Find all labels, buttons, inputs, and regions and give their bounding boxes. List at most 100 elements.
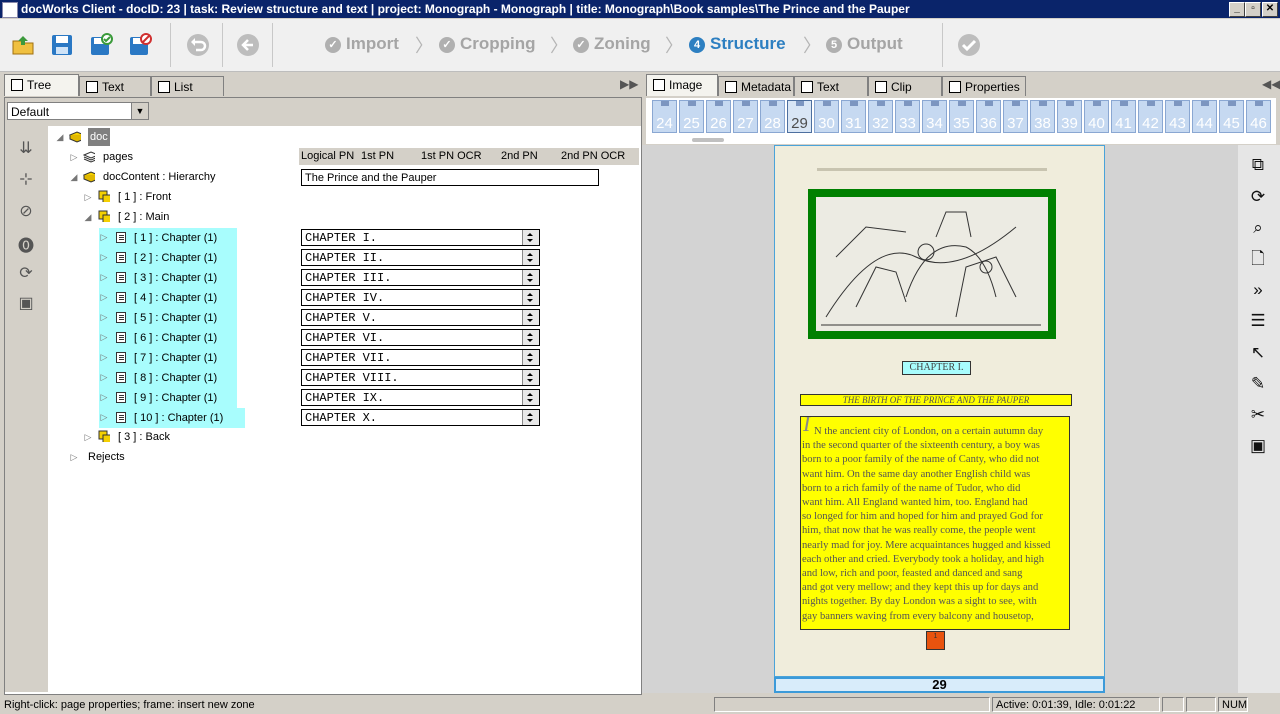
minimize-button[interactable]: _ (1229, 2, 1245, 17)
tree-node-chapter[interactable]: ▷ [ 8 ] : Chapter (1) (99, 368, 237, 388)
open-folder-icon[interactable] (11, 33, 35, 57)
chapter-title-field[interactable]: CHAPTER VII. (301, 349, 540, 366)
page-thumbnail[interactable]: 34 (922, 100, 947, 133)
column-header-2nd-pn[interactable]: 2nd PN (499, 148, 559, 165)
page-thumbnail[interactable]: 31 (841, 100, 866, 133)
tree-node-chapter[interactable]: ▷ [ 1 ] : Chapter (1) (99, 228, 237, 248)
spinner-icon[interactable] (522, 270, 539, 285)
collapse-arrow-icon[interactable]: ◢ (83, 208, 93, 226)
page-thumbnail[interactable]: 28 (760, 100, 785, 133)
maximize-button[interactable]: ▫ (1245, 2, 1261, 17)
refresh-icon[interactable]: ⟳ (15, 263, 37, 282)
tree-node-chapter[interactable]: ▷ [ 5 ] : Chapter (1) (99, 308, 237, 328)
expand-arrow-icon[interactable]: ▷ (99, 368, 109, 386)
layout-icon[interactable]: ▣ (15, 293, 37, 312)
expand-arrow-icon[interactable]: ▷ (83, 428, 93, 446)
expand-arrow-icon[interactable]: ▷ (99, 388, 109, 406)
column-header-2nd-pn-ocr[interactable]: 2nd PN OCR (559, 148, 639, 165)
tab-clip[interactable]: Clip (868, 76, 942, 96)
tab-right-text[interactable]: Text (794, 76, 868, 96)
expand-arrow-icon[interactable]: ▷ (99, 328, 109, 346)
chapter-title-field[interactable]: CHAPTER IX. (301, 389, 540, 406)
tree-node-chapter[interactable]: ▷ [ 3 ] : Chapter (1) (99, 268, 237, 288)
save-check-icon[interactable] (89, 33, 113, 57)
warning-icon[interactable]: ⓿ (15, 232, 37, 255)
align-icon[interactable]: ☰ (1246, 309, 1270, 333)
tree-node-main[interactable]: [ 2 ] : Main (118, 208, 169, 226)
spinner-icon[interactable] (522, 330, 539, 345)
tree-node-chapter[interactable]: ▷ [ 2 ] : Chapter (1) (99, 248, 237, 268)
spinner-icon[interactable] (522, 350, 539, 365)
page-thumbnail[interactable]: 46 (1246, 100, 1271, 133)
page-thumbnail[interactable]: 26 (706, 100, 731, 133)
step-cropping[interactable]: ✓ Cropping (439, 34, 536, 54)
collapse-arrow-icon[interactable]: ◢ (55, 128, 65, 146)
pointer-icon[interactable]: ↖ (1246, 341, 1270, 365)
expand-arrow-icon[interactable]: ▷ (99, 288, 109, 306)
back-arrow-icon[interactable] (236, 33, 260, 57)
column-header-logical-pn[interactable]: Logical PN (299, 148, 359, 165)
page-thumbnail[interactable]: 42 (1138, 100, 1163, 133)
merge-icon[interactable]: ⊹ (15, 169, 37, 188)
expand-arrow-icon[interactable]: ▷ (99, 248, 109, 266)
tab-metadata[interactable]: Metadata (718, 76, 794, 96)
step-import[interactable]: ✓ Import (325, 34, 399, 54)
expand-arrow-icon[interactable]: ▷ (99, 308, 109, 326)
page-thumbnail[interactable]: 25 (679, 100, 704, 133)
frame-icon[interactable]: ▣ (1246, 434, 1270, 458)
move-down-icon[interactable]: ⇊ (15, 138, 37, 157)
expand-arrow-icon[interactable]: ▷ (69, 448, 79, 466)
page-thumbnail[interactable]: 33 (895, 100, 920, 133)
page-thumbnail[interactable]: 35 (949, 100, 974, 133)
page-thumbnail[interactable]: 36 (976, 100, 1001, 133)
page-thumbnail[interactable]: 32 (868, 100, 893, 133)
chapter-title-field[interactable]: CHAPTER VI. (301, 329, 540, 346)
spinner-icon[interactable] (522, 290, 539, 305)
view-select[interactable]: Default ▼ (7, 102, 149, 120)
content-title-field[interactable]: The Prince and the Pauper (301, 169, 599, 186)
double-page-icon[interactable]: ⧉ (1246, 153, 1270, 177)
expand-arrow-icon[interactable]: ▷ (99, 228, 109, 246)
pen-icon[interactable]: ✎ (1246, 372, 1270, 396)
spinner-icon[interactable] (522, 410, 539, 425)
page-thumbnail[interactable]: 30 (814, 100, 839, 133)
expand-arrow-icon[interactable]: ▷ (99, 408, 109, 426)
spinner-icon[interactable] (522, 310, 539, 325)
chapter-title-field[interactable]: CHAPTER IV. (301, 289, 540, 306)
spinner-icon[interactable] (522, 370, 539, 385)
tree-node-back[interactable]: [ 3 ] : Back (118, 428, 170, 446)
tree-node-chapter[interactable]: ▷ [ 10 ] : Chapter (1) (99, 408, 245, 428)
thumbnail-scrollbar[interactable] (692, 138, 724, 142)
chapter-title-field[interactable]: CHAPTER II. (301, 249, 540, 266)
tree-node-chapter[interactable]: ▷ [ 9 ] : Chapter (1) (99, 388, 237, 408)
page-thumbnail[interactable]: 44 (1192, 100, 1217, 133)
tree-node-doc[interactable]: doc (88, 128, 110, 146)
undo-icon[interactable] (186, 33, 210, 57)
page-icon[interactable]: 🗋 (1246, 247, 1270, 271)
step-output[interactable]: 5 Output (826, 34, 903, 54)
validate-icon[interactable]: ⊘ (15, 201, 37, 220)
zoom-icon[interactable]: ⌕ (1246, 216, 1270, 240)
chapter-heading-zone[interactable]: CHAPTER I. (902, 361, 971, 375)
eraser-icon[interactable]: ✂ (1246, 403, 1270, 427)
tree-node-chapter[interactable]: ▷ [ 6 ] : Chapter (1) (99, 328, 237, 348)
page-thumbnail[interactable]: 40 (1084, 100, 1109, 133)
rotate-icon[interactable]: ⟳ (1246, 185, 1270, 209)
illustration-zone[interactable] (808, 189, 1056, 339)
body-text-zone[interactable]: I N the ancient city of London, on a cer… (800, 416, 1070, 630)
chapter-title-field[interactable]: CHAPTER X. (301, 409, 540, 426)
page-thumbnail[interactable]: 39 (1057, 100, 1082, 133)
tree-node-rejects[interactable]: Rejects (88, 448, 125, 466)
close-button[interactable]: ✕ (1262, 2, 1278, 17)
finish-check-icon[interactable] (957, 33, 981, 57)
collapse-left-icon[interactable]: ◀◀ (1262, 77, 1280, 91)
expand-arrow-icon[interactable]: ▷ (69, 148, 79, 166)
collapse-arrow-icon[interactable]: ◢ (69, 168, 79, 186)
chapter-title-field[interactable]: CHAPTER III. (301, 269, 540, 286)
page-thumbnail[interactable]: 45 (1219, 100, 1244, 133)
tree-node-doccontent[interactable]: docContent : Hierarchy (103, 168, 216, 186)
tree-node-pages[interactable]: pages (103, 148, 133, 166)
page-thumbnail[interactable]: 37 (1003, 100, 1028, 133)
page-thumbnail[interactable]: 41 (1111, 100, 1136, 133)
tab-image[interactable]: Image (646, 74, 718, 96)
